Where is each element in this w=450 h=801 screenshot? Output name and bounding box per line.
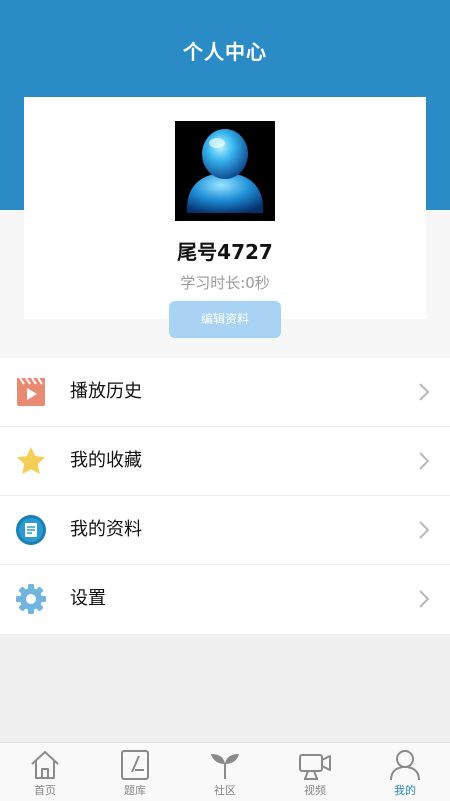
tab-mine[interactable]: 我的 bbox=[360, 743, 450, 801]
page-title: 个人中心 bbox=[183, 40, 267, 64]
edit-profile-button[interactable]: 编辑资料 bbox=[169, 301, 281, 338]
tab-label: 首页 bbox=[34, 784, 56, 797]
chevron-right-icon bbox=[419, 452, 430, 470]
avatar-person-icon bbox=[186, 129, 264, 213]
tab-label: 我的 bbox=[394, 784, 416, 797]
menu-item-label: 我的收藏 bbox=[70, 450, 142, 471]
chevron-right-icon bbox=[419, 521, 430, 539]
menu-item-label: 设置 bbox=[70, 588, 106, 609]
profile-card: 尾号4727 学习时长:0秒 bbox=[24, 97, 426, 319]
menu-list: 播放历史 我的收藏 我的资料 设置 bbox=[0, 358, 450, 634]
video-camera-icon bbox=[299, 754, 331, 780]
menu-item-play-history[interactable]: 播放历史 bbox=[0, 358, 450, 427]
tab-label: 视频 bbox=[304, 784, 326, 797]
tab-label: 社区 bbox=[214, 784, 236, 797]
tab-community[interactable]: 社区 bbox=[180, 743, 270, 801]
user-icon bbox=[390, 750, 420, 781]
document-icon bbox=[16, 515, 46, 545]
username: 尾号4727 bbox=[177, 240, 273, 264]
menu-item-label: 我的资料 bbox=[70, 519, 142, 540]
menu-item-label: 播放历史 bbox=[70, 381, 142, 402]
menu-item-settings[interactable]: 设置 bbox=[0, 565, 450, 634]
study-time: 学习时长:0秒 bbox=[180, 274, 270, 292]
play-history-icon bbox=[17, 377, 45, 406]
avatar[interactable] bbox=[175, 121, 275, 221]
gear-icon bbox=[16, 584, 46, 614]
chevron-right-icon bbox=[419, 590, 430, 608]
star-icon bbox=[17, 447, 45, 474]
tab-video[interactable]: 视频 bbox=[270, 743, 360, 801]
home-icon bbox=[31, 751, 59, 779]
sprout-icon bbox=[211, 754, 239, 779]
question-bank-icon bbox=[121, 750, 149, 780]
menu-item-my-favorites[interactable]: 我的收藏 bbox=[0, 427, 450, 496]
bottom-tab-bar: 首页 题库 社区 视频 我的 bbox=[0, 742, 450, 801]
tab-home[interactable]: 首页 bbox=[0, 743, 90, 801]
chevron-right-icon bbox=[419, 383, 430, 401]
tab-label: 题库 bbox=[124, 784, 146, 797]
tab-question-bank[interactable]: 题库 bbox=[90, 743, 180, 801]
menu-item-my-profile[interactable]: 我的资料 bbox=[0, 496, 450, 565]
